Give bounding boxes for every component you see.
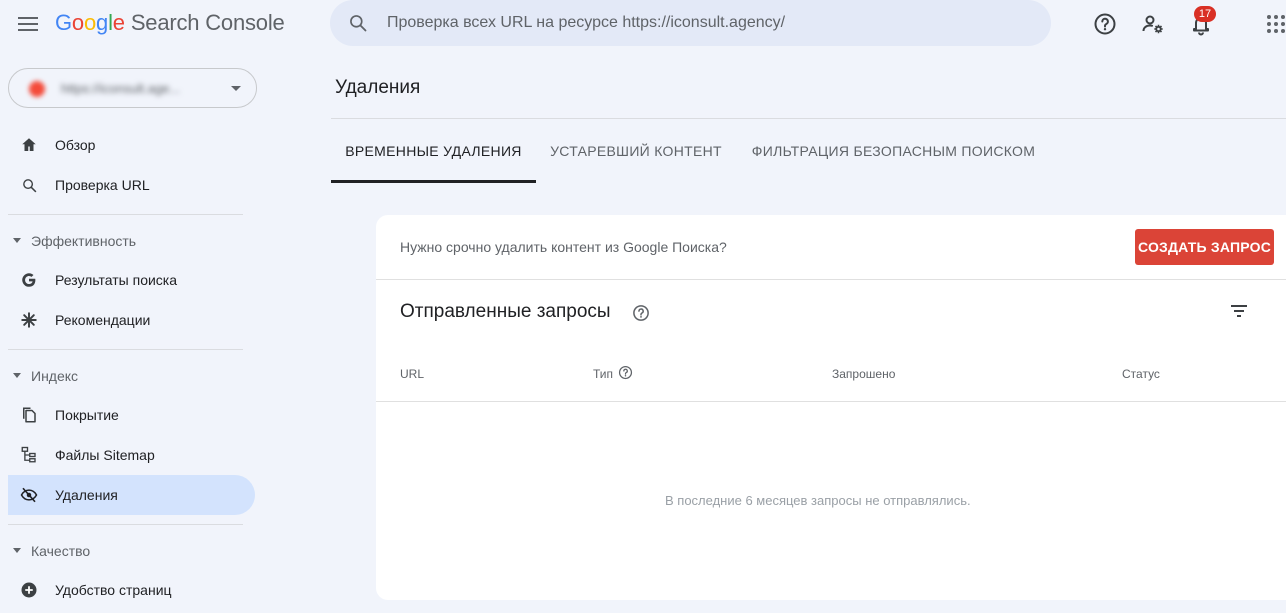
submitted-requests-title: Отправленные запросы: [400, 301, 611, 322]
help-button[interactable]: [1091, 10, 1119, 38]
sidebar-item-sitemaps[interactable]: Файлы Sitemap: [8, 435, 255, 475]
sidebar-item-recommendations[interactable]: Рекомендации: [8, 300, 255, 340]
home-icon: [19, 135, 39, 155]
sidebar-item-label: Обзор: [55, 137, 96, 153]
sidebar-section-label: Эффективность: [31, 233, 137, 249]
column-header-requested[interactable]: Запрошено: [832, 367, 895, 381]
sidebar-item-label: Файлы Sitemap: [55, 447, 155, 463]
sidebar-item-label: Рекомендации: [55, 312, 151, 328]
search-icon: [350, 15, 367, 32]
sidebar-item-url-inspection[interactable]: Проверка URL: [8, 165, 255, 205]
sidebar-section-performance[interactable]: Эффективность: [8, 226, 248, 256]
pages-icon: [19, 405, 39, 425]
page-title: Удаления: [335, 77, 421, 98]
help-icon[interactable]: [632, 304, 650, 322]
collapse-triangle-icon: [13, 373, 21, 378]
filter-icon[interactable]: [1227, 299, 1251, 323]
top-app-bar: GoogleSearch Console 17: [0, 0, 1286, 48]
google-g-icon: [19, 270, 39, 290]
removals-card: Нужно срочно удалить контент из Google П…: [376, 215, 1286, 600]
logo-letter: g: [96, 10, 109, 35]
google-search-console-logo[interactable]: Google Search Console: [55, 10, 285, 36]
logo-letter: o: [83, 10, 97, 35]
collapse-triangle-icon: [13, 548, 21, 553]
table-header-divider: [376, 401, 1286, 402]
notification-count-badge: 17: [1194, 6, 1216, 22]
url-inspection-search[interactable]: [330, 0, 1051, 46]
sidebar-item-coverage[interactable]: Покрытие: [8, 395, 255, 435]
sidebar-item-label: Покрытие: [55, 407, 119, 423]
search-input[interactable]: [387, 9, 1027, 37]
property-favicon: [29, 81, 45, 97]
collapse-triangle-icon: [13, 238, 21, 243]
eye-off-icon: [19, 485, 39, 505]
sitemap-icon: [19, 445, 39, 465]
chevron-down-icon: [231, 86, 241, 91]
sidebar-section-label: Качество: [31, 543, 91, 559]
property-selector[interactable]: https://iconsult.age...: [8, 68, 257, 108]
sparkle-icon: [19, 310, 39, 330]
sidebar-item-page-experience[interactable]: Удобство страниц: [8, 570, 255, 610]
apps-grid-icon: [1267, 15, 1285, 33]
sidebar-section-index[interactable]: Индекс: [8, 361, 248, 391]
new-request-button[interactable]: СОЗДАТЬ ЗАПРОС: [1135, 229, 1274, 265]
sidebar-item-label: Проверка URL: [55, 177, 150, 193]
sidebar-section-label: Индекс: [31, 368, 79, 384]
help-icon: [1094, 13, 1116, 35]
column-header-status[interactable]: Статус: [1122, 367, 1160, 381]
hamburger-menu-icon: [18, 17, 38, 31]
active-tab-indicator: [331, 180, 536, 183]
column-header-type[interactable]: Тип: [593, 367, 613, 381]
sidebar-item-label: Удаления: [55, 487, 118, 503]
column-header-url[interactable]: URL: [400, 367, 424, 381]
sidebar-section-experience[interactable]: Качество: [8, 536, 248, 566]
tab-temporary-removals[interactable]: ВРЕМЕННЫЕ УДАЛЕНИЯ: [331, 119, 536, 183]
main-menu-button[interactable]: [14, 10, 42, 38]
sidebar-item-label: Результаты поиска: [55, 272, 178, 288]
sidebar-divider: [8, 524, 243, 525]
property-url: https://iconsult.age...: [61, 81, 181, 96]
logo-letter: e: [112, 10, 125, 35]
sidebar-item-label: Удобство страниц: [55, 582, 172, 598]
logo-letter: G: [55, 10, 72, 35]
empty-state-message: В последние 6 месяцев запросы не отправл…: [665, 493, 971, 508]
sidebar-item-overview[interactable]: Обзор: [8, 125, 255, 165]
tab-outdated-content[interactable]: УСТАРЕВШИЙ КОНТЕНТ: [536, 119, 736, 183]
card-divider: [376, 279, 1286, 280]
logo-product-name: Search Console: [130, 10, 285, 35]
plus-circle-icon: [19, 580, 39, 600]
search-icon: [19, 175, 39, 195]
user-settings-button[interactable]: [1139, 10, 1167, 38]
sidebar-divider: [8, 349, 243, 350]
sidebar-item-search-results[interactable]: Результаты поиска: [8, 260, 255, 300]
help-icon[interactable]: [618, 365, 633, 380]
sidebar-item-removals[interactable]: Удаления: [8, 475, 255, 515]
apps-button[interactable]: [1262, 10, 1286, 38]
removal-prompt-text: Нужно срочно удалить контент из Google П…: [400, 239, 727, 255]
tab-safesearch-filtering[interactable]: ФИЛЬТРАЦИЯ БЕЗОПАСНЫМ ПОИСКОМ: [736, 119, 1051, 183]
user-settings-icon: [1142, 15, 1163, 34]
sidebar-divider: [8, 214, 243, 215]
logo-letter: o: [71, 10, 84, 35]
